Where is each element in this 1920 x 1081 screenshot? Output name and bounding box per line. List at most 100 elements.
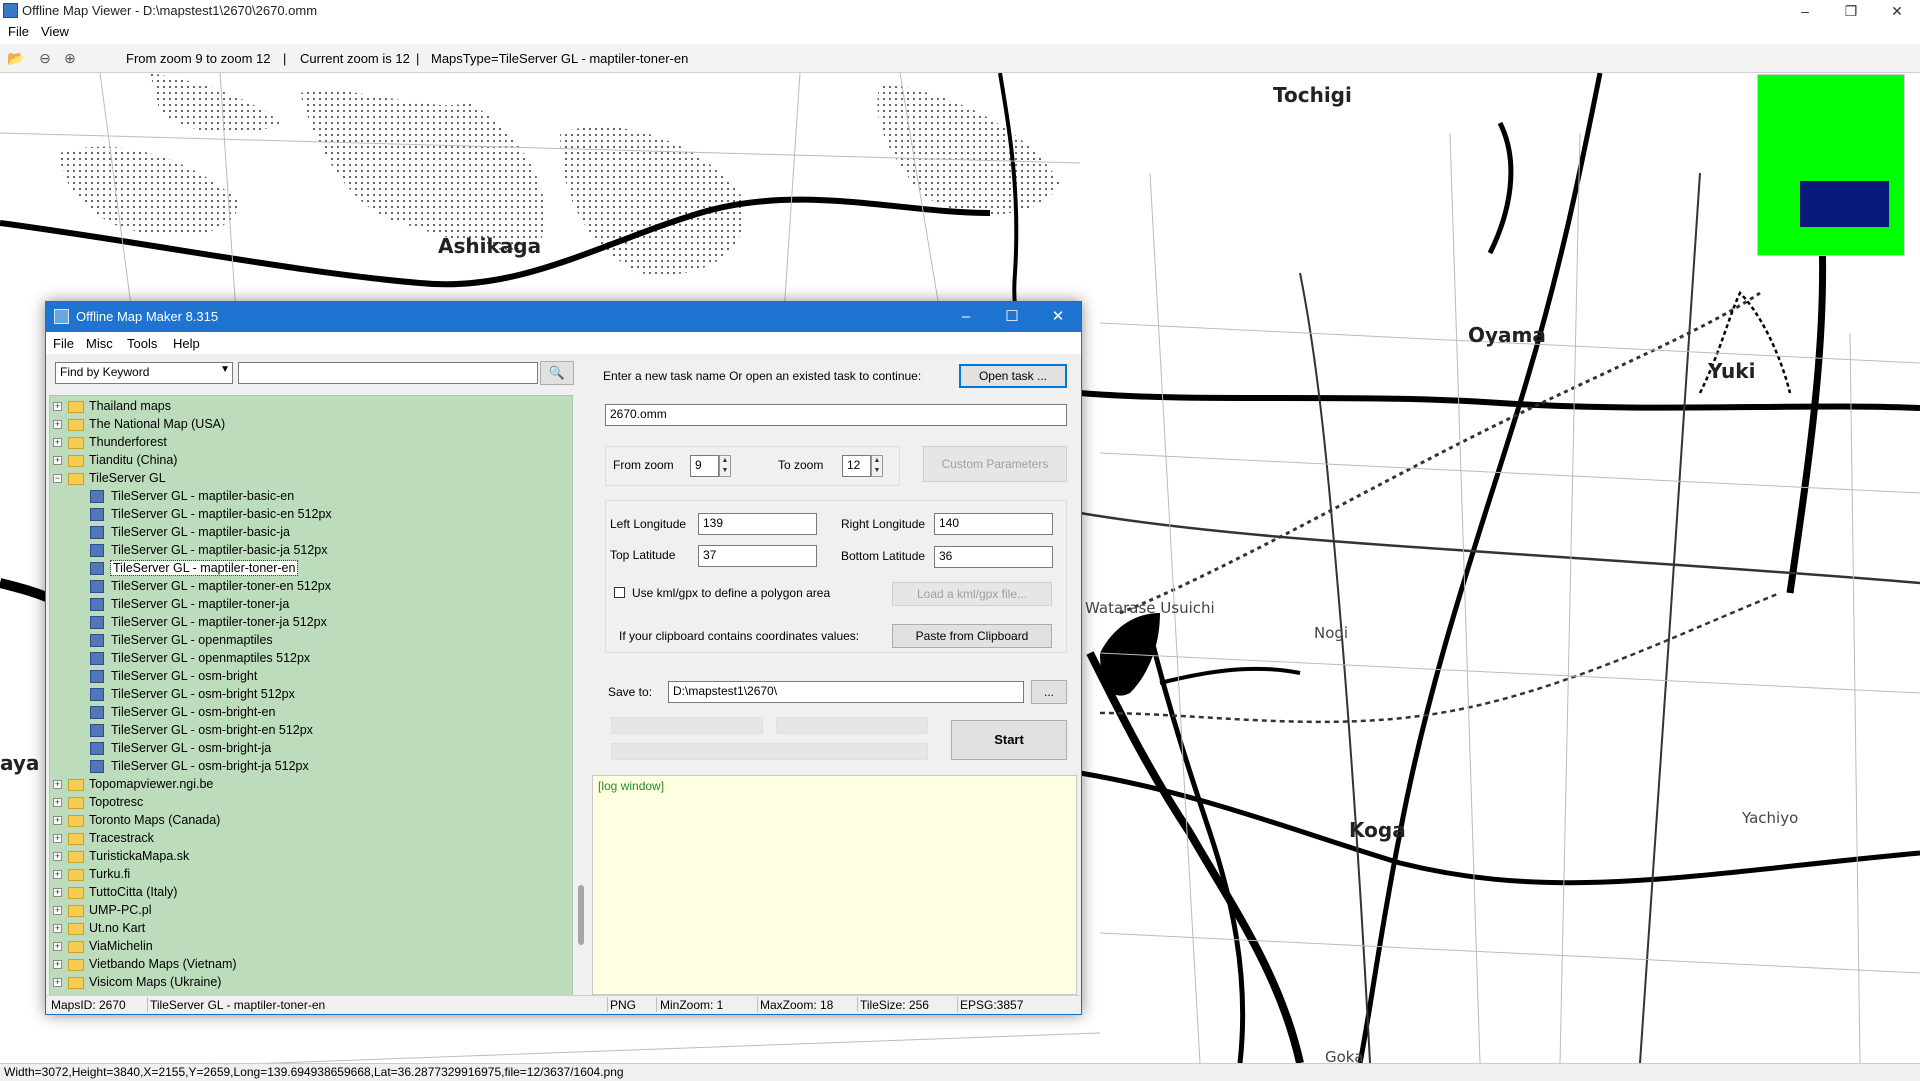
expand-icon[interactable]: + xyxy=(53,888,62,897)
tree-item[interactable]: + Thunderforest xyxy=(50,434,570,452)
to-zoom-stepper[interactable]: ▲ ▼ xyxy=(871,455,883,477)
tree-item[interactable]: + Tianditu (China) xyxy=(50,452,570,470)
tree-item[interactable]: TileServer GL - osm-bright-en 512px xyxy=(50,722,570,740)
tree-item[interactable]: + Thailand maps xyxy=(50,398,570,416)
tree-item-label: TileServer GL - maptiler-basic-ja xyxy=(111,525,290,539)
tree-item[interactable]: TileServer GL - maptiler-basic-ja 512px xyxy=(50,542,570,560)
expand-icon[interactable]: + xyxy=(53,816,62,825)
tree-scrollbar[interactable] xyxy=(573,395,590,995)
expand-icon[interactable]: + xyxy=(53,798,62,807)
menu-view[interactable]: View xyxy=(41,24,69,39)
tree-item[interactable]: TileServer GL - maptiler-basic-en xyxy=(50,488,570,506)
tree-item[interactable]: + Visicom Maps (Ukraine) xyxy=(50,974,570,992)
tree-item-label: TileServer GL - osm-bright-en xyxy=(111,705,276,719)
right-longitude-input[interactable]: 140 xyxy=(934,513,1053,535)
start-button[interactable]: Start xyxy=(951,720,1067,760)
expand-icon[interactable]: + xyxy=(53,978,62,987)
tree-item[interactable]: + Topomapviewer.ngi.be xyxy=(50,776,570,794)
tree-item[interactable]: − TileServer GL xyxy=(50,470,570,488)
tree-item[interactable]: + TuttoCitta (Italy) xyxy=(50,884,570,902)
log-window[interactable]: [log window] xyxy=(592,775,1077,995)
save-to-input[interactable]: D:\mapstest1\2670\ xyxy=(668,681,1024,703)
tree-item[interactable]: TileServer GL - osm-bright 512px xyxy=(50,686,570,704)
paste-clipboard-button[interactable]: Paste from Clipboard xyxy=(892,624,1052,648)
expand-icon[interactable]: + xyxy=(53,852,62,861)
dialog-maximize-icon[interactable]: ☐ xyxy=(989,302,1035,332)
tree-item[interactable]: + TuristickaMapa.sk xyxy=(50,848,570,866)
dialog-menu-tools[interactable]: Tools xyxy=(127,336,157,351)
menu-file[interactable]: File xyxy=(8,24,29,39)
tree-scroll-thumb[interactable] xyxy=(578,885,584,945)
overview-minimap[interactable] xyxy=(1757,74,1905,256)
task-name-input[interactable]: 2670.omm xyxy=(605,404,1067,426)
tree-item[interactable]: TileServer GL - osm-bright xyxy=(50,668,570,686)
zoom-out-icon[interactable]: ⊖ xyxy=(37,50,53,66)
from-zoom-stepper[interactable]: ▲ ▼ xyxy=(719,455,731,477)
dialog-menu-help[interactable]: Help xyxy=(173,336,200,351)
dialog-titlebar[interactable]: Offline Map Maker 8.315 – ☐ ✕ xyxy=(46,302,1081,332)
tree-item[interactable]: TileServer GL - maptiler-toner-en xyxy=(50,560,570,578)
map-label-goka: Goka xyxy=(1325,1048,1364,1063)
tree-item[interactable]: TileServer GL - maptiler-toner-ja 512px xyxy=(50,614,570,632)
expand-icon[interactable]: + xyxy=(53,870,62,879)
map-label-koga: Koga xyxy=(1349,818,1406,842)
top-latitude-input[interactable]: 37 xyxy=(698,545,817,567)
tree-item[interactable]: TileServer GL - osm-bright-ja xyxy=(50,740,570,758)
tree-item[interactable]: + Tracestrack xyxy=(50,830,570,848)
status-maps-id: MapsID: 2670 xyxy=(51,998,126,1012)
tree-item[interactable]: TileServer GL - openmaptiles 512px xyxy=(50,650,570,668)
expand-icon[interactable]: + xyxy=(53,960,62,969)
browse-button[interactable]: ... xyxy=(1031,680,1067,704)
tree-item[interactable]: + Vietbando Maps (Vietnam) xyxy=(50,956,570,974)
minimize-icon[interactable]: – xyxy=(1782,0,1828,22)
viewer-toolbar: 📂 ⊖ ⊕ From zoom 9 to zoom 12 | Current z… xyxy=(0,44,1920,73)
tree-item[interactable]: TileServer GL - osm-bright-en xyxy=(50,704,570,722)
tree-item[interactable]: + The National Map (USA) xyxy=(50,416,570,434)
map-icon xyxy=(90,652,104,665)
tree-item[interactable]: + UMP-PC.pl xyxy=(50,902,570,920)
overview-viewport[interactable] xyxy=(1800,181,1889,227)
load-kml-button[interactable]: Load a kml/gpx file... xyxy=(892,582,1052,606)
map-icon xyxy=(90,544,104,557)
to-zoom-input[interactable]: 12 xyxy=(842,455,871,477)
expand-icon[interactable]: + xyxy=(53,456,62,465)
open-folder-icon[interactable]: 📂 xyxy=(7,50,24,66)
close-icon[interactable]: ✕ xyxy=(1874,0,1920,22)
expand-icon[interactable]: + xyxy=(53,906,62,915)
expand-icon[interactable]: + xyxy=(53,780,62,789)
dialog-menu-misc[interactable]: Misc xyxy=(86,336,113,351)
search-mode-select[interactable]: Find by Keyword ▼ xyxy=(55,362,233,384)
tree-item[interactable]: TileServer GL - maptiler-basic-ja xyxy=(50,524,570,542)
expand-icon[interactable]: + xyxy=(53,420,62,429)
tree-item[interactable]: + Toronto Maps (Canada) xyxy=(50,812,570,830)
dialog-menu-file[interactable]: File xyxy=(53,336,74,351)
search-input[interactable] xyxy=(238,362,538,384)
tree-item[interactable]: + Turku.fi xyxy=(50,866,570,884)
expand-icon[interactable]: + xyxy=(53,438,62,447)
dialog-minimize-icon[interactable]: – xyxy=(943,302,989,332)
custom-parameters-button[interactable]: Custom Parameters xyxy=(923,446,1067,482)
bottom-latitude-input[interactable]: 36 xyxy=(934,546,1053,568)
tree-item[interactable]: TileServer GL - osm-bright-ja 512px xyxy=(50,758,570,776)
tree-item[interactable]: + Ut.no Kart xyxy=(50,920,570,938)
tree-item[interactable]: + ViaMichelin xyxy=(50,938,570,956)
tree-item[interactable]: TileServer GL - openmaptiles xyxy=(50,632,570,650)
open-task-button[interactable]: Open task ... xyxy=(959,364,1067,388)
expand-icon[interactable]: + xyxy=(53,942,62,951)
maps-tree[interactable]: + Thailand maps + The National Map (USA) + Th… xyxy=(49,395,573,997)
kml-checkbox[interactable] xyxy=(614,587,625,598)
tree-item[interactable]: TileServer GL - maptiler-basic-en 512px xyxy=(50,506,570,524)
tree-item[interactable]: + Topotresc xyxy=(50,794,570,812)
tree-item[interactable]: TileServer GL - maptiler-toner-ja xyxy=(50,596,570,614)
restore-icon[interactable]: ❐ xyxy=(1828,0,1874,22)
expand-icon[interactable]: + xyxy=(53,402,62,411)
dialog-close-icon[interactable]: ✕ xyxy=(1035,302,1081,332)
collapse-icon[interactable]: − xyxy=(53,474,62,483)
tree-item[interactable]: TileServer GL - maptiler-toner-en 512px xyxy=(50,578,570,596)
expand-icon[interactable]: + xyxy=(53,834,62,843)
left-longitude-input[interactable]: 139 xyxy=(698,513,817,535)
search-button[interactable]: 🔍 xyxy=(540,361,574,385)
expand-icon[interactable]: + xyxy=(53,924,62,933)
from-zoom-input[interactable]: 9 xyxy=(690,455,719,477)
zoom-in-icon[interactable]: ⊕ xyxy=(62,50,78,66)
